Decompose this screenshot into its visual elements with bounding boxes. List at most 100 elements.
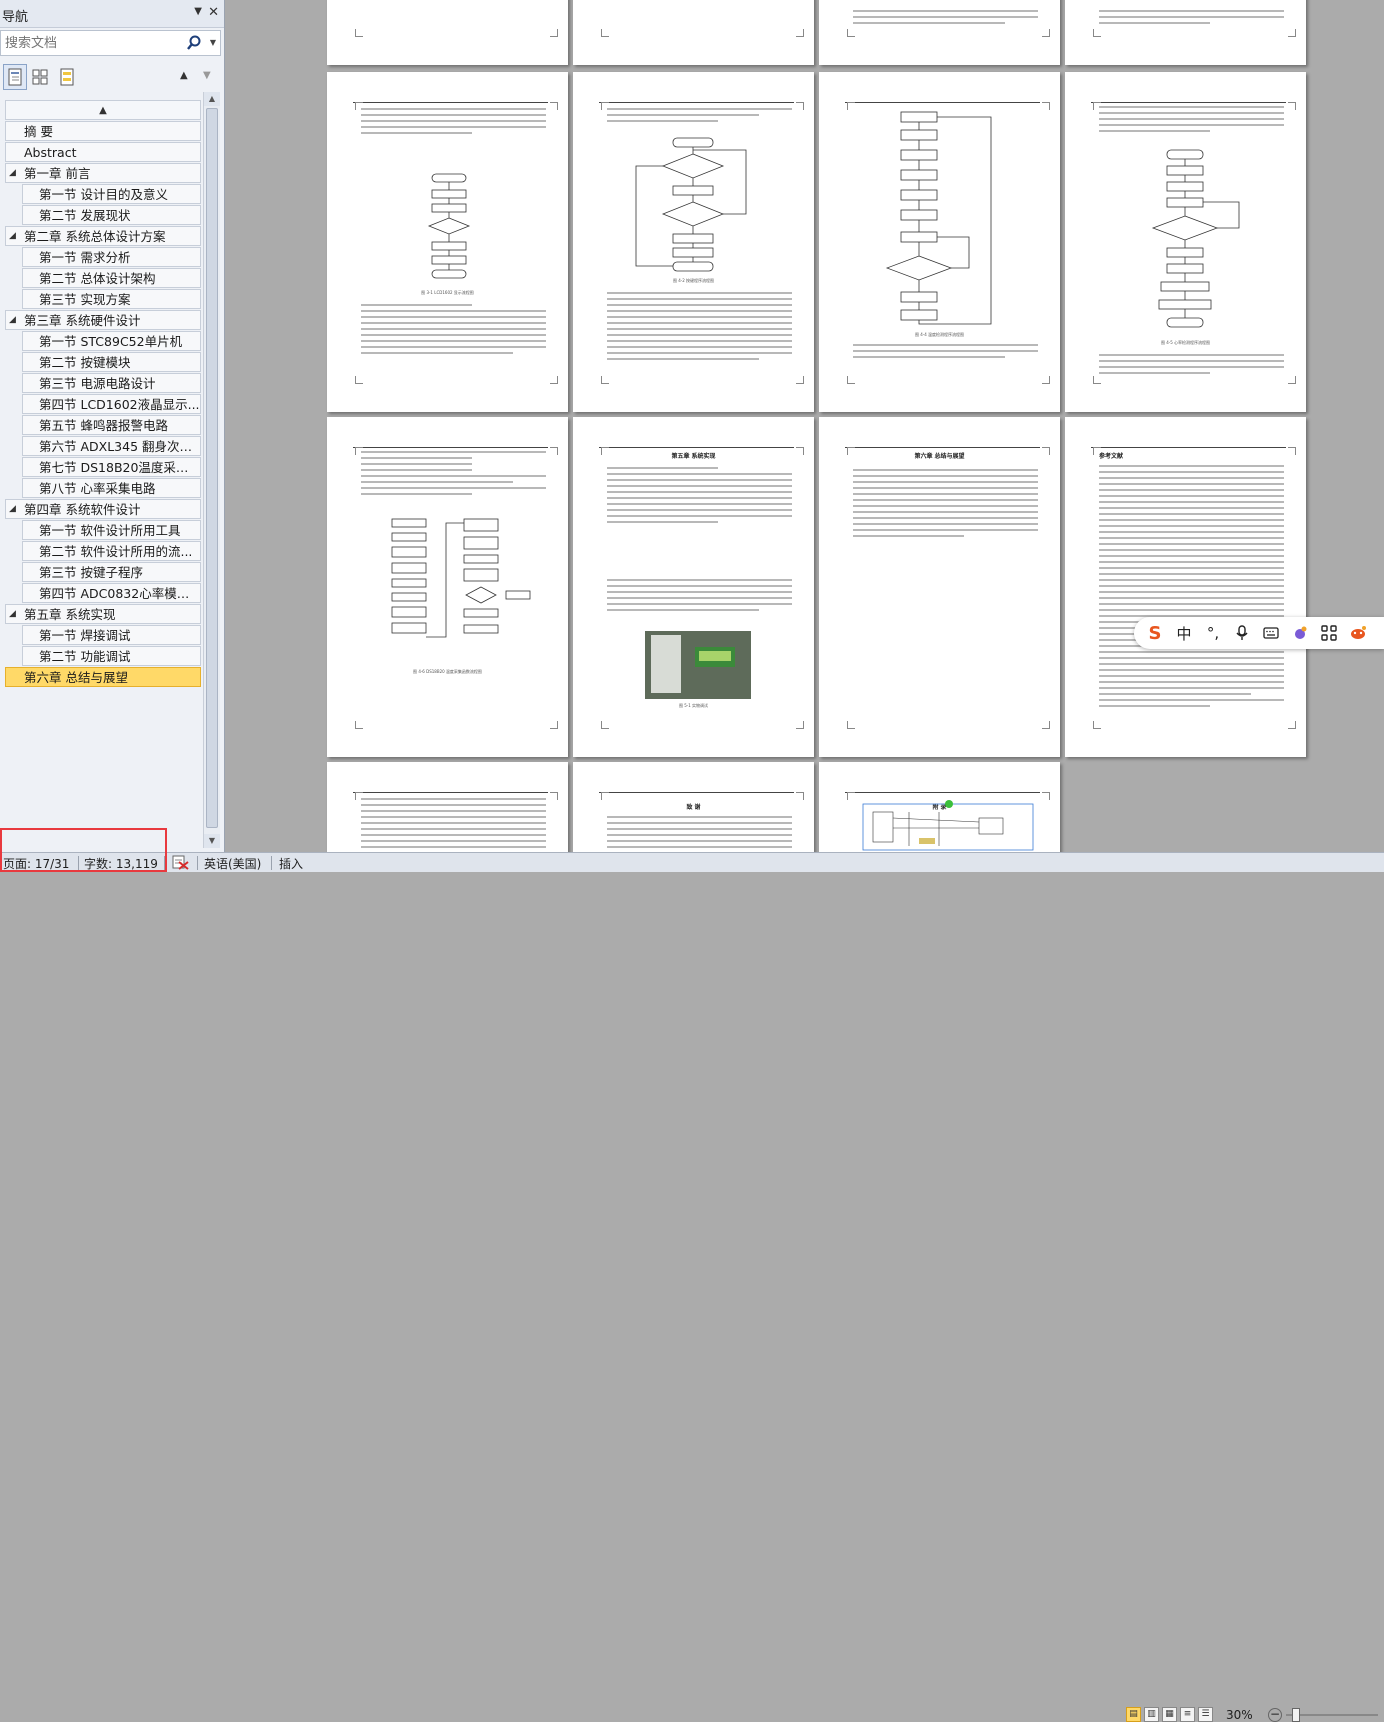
expand-collapse-icon[interactable]: ◢ [9, 227, 16, 245]
nav-scrollbar[interactable]: ▲ ▼ [203, 92, 220, 848]
ime-logo[interactable]: S [1142, 619, 1168, 647]
tree-heading-item[interactable]: ◢ 第一章 前言 [5, 163, 201, 183]
tree-item-label: 第四节 ADC0832心率模数... [39, 586, 201, 601]
tree-subheading-item[interactable]: 第四节 LCD1602液晶显示... [22, 394, 201, 414]
expand-collapse-icon[interactable]: ◢ [9, 164, 16, 182]
page-thumbnail[interactable]: 图 4-6 DS18B20 温度采集函数流程图 [327, 417, 568, 757]
scroll-down-icon[interactable]: ▼ [204, 834, 220, 848]
tree-subheading-item[interactable]: 第一节 软件设计所用工具 [22, 520, 201, 540]
page-count-status[interactable]: 页面: 17/31 [3, 855, 69, 872]
next-result-icon[interactable]: ▼ [203, 70, 211, 81]
page-thumbnail[interactable]: 参考文献 [1065, 417, 1306, 757]
tree-item-label: 第二节 总体设计架构 [39, 271, 156, 286]
ime-punctuation-toggle[interactable]: °, [1200, 619, 1226, 647]
page-thumbnail[interactable] [327, 0, 568, 65]
search-input[interactable] [3, 34, 185, 52]
tree-subheading-item[interactable]: 第二节 总体设计架构 [22, 268, 201, 288]
draft-view-icon[interactable]: ☰ [1198, 1707, 1213, 1722]
schematic-figure [862, 800, 1034, 851]
ime-language-toggle[interactable]: 中 [1171, 619, 1197, 647]
page-thumbnail[interactable]: 图 4-5 心率检测程序流程图 [1065, 72, 1306, 412]
mascot-icon[interactable] [1345, 619, 1371, 647]
keyboard-icon[interactable] [1258, 619, 1284, 647]
tree-subheading-item[interactable]: 第五节 蜂鸣器报警电路 [22, 415, 201, 435]
insert-mode-status[interactable]: 插入 [279, 855, 303, 872]
zoom-level[interactable]: 30% [1226, 1708, 1253, 1722]
search-options-dropdown-icon[interactable]: ▼ [210, 38, 216, 47]
expand-collapse-icon[interactable]: ◢ [9, 605, 16, 623]
page-thumbnail[interactable]: 第五章 系统实现 图 5-1 实物调试 [573, 417, 814, 757]
page-thumbnail[interactable] [1065, 0, 1306, 65]
tree-subheading-item[interactable]: 第七节 DS18B20温度采集... [22, 457, 201, 477]
tree-subheading-item[interactable]: 第二节 发展现状 [22, 205, 201, 225]
search-icon[interactable] [186, 34, 202, 52]
zoom-out-button[interactable]: − [1268, 1708, 1282, 1722]
page-thumbnail[interactable] [327, 762, 568, 852]
document-area[interactable]: 图 3-1 LCD1602 显示流程图 图 4-2 按键程序流程图 图 4-4 … [226, 0, 1384, 852]
tree-heading-item[interactable]: 摘 要 [5, 121, 201, 141]
page-thumbnail[interactable] [819, 0, 1060, 65]
web-layout-icon[interactable]: ▦ [1162, 1707, 1177, 1722]
browse-pages-button[interactable] [28, 64, 52, 90]
tree-item-label: 第三节 实现方案 [39, 292, 131, 307]
tree-subheading-item[interactable]: 第六节 ADXL345 翻身次数... [22, 436, 201, 456]
tree-item-label: 第二节 按键模块 [39, 355, 131, 370]
tree-heading-item[interactable]: ◢ 第五章 系统实现 [5, 604, 201, 624]
scroll-up-icon[interactable]: ▲ [204, 92, 220, 106]
page-thumbnail[interactable] [573, 0, 814, 65]
nav-menu-dropdown-icon[interactable]: ▼ [194, 6, 202, 17]
browse-results-button[interactable] [55, 64, 79, 90]
browse-headings-button[interactable] [3, 64, 27, 90]
tree-subheading-item[interactable]: 第三节 电源电路设计 [22, 373, 201, 393]
acknowledgement-title: 致 谢 [686, 804, 701, 811]
tree-subheading-item[interactable]: 第八节 心率采集电路 [22, 478, 201, 498]
tree-subheading-item[interactable]: 第三节 按键子程序 [22, 562, 201, 582]
tree-heading-item[interactable]: ◢ 第二章 系统总体设计方案 [5, 226, 201, 246]
page-thumbnail[interactable]: 图 4-2 按键程序流程图 [573, 72, 814, 412]
language-status[interactable]: 英语(美国) [204, 855, 261, 872]
references-title: 参考文献 [1099, 453, 1124, 460]
zoom-slider-thumb[interactable] [1292, 1708, 1300, 1722]
tree-item-label: 第四节 LCD1602液晶显示... [39, 397, 200, 412]
full-screen-reading-icon[interactable]: ▥ [1144, 1707, 1159, 1722]
toolbox-grid-icon[interactable] [1316, 619, 1342, 647]
expand-collapse-icon[interactable]: ◢ [9, 311, 16, 329]
microphone-icon[interactable] [1229, 619, 1255, 647]
page-thumbnail[interactable]: 附 录 [819, 762, 1060, 852]
page-thumbnail[interactable]: 图 4-4 温度检测程序流程图 [819, 72, 1060, 412]
figure-caption: 图 4-6 DS18B20 温度采集函数流程图 [413, 669, 482, 674]
previous-result-icon[interactable]: ▲ [180, 70, 188, 81]
tree-item-label: 第四章 系统软件设计 [24, 502, 141, 517]
page-thumbnail[interactable]: 图 3-1 LCD1602 显示流程图 [327, 72, 568, 412]
tree-heading-item[interactable]: 第六章 总结与展望 [5, 667, 201, 687]
search-box[interactable]: ▼ [0, 30, 221, 56]
tree-item-label: 第一节 设计目的及意义 [39, 187, 168, 202]
page-thumbnail[interactable]: 第六章 总结与展望 [819, 417, 1060, 757]
skin-icon[interactable] [1287, 619, 1313, 647]
figure-caption: 图 4-4 温度检测程序流程图 [914, 332, 965, 337]
tree-subheading-item[interactable]: 第一节 焊接调试 [22, 625, 201, 645]
outline-view-icon[interactable]: ≡ [1180, 1707, 1195, 1722]
tree-subheading-item[interactable]: 第二节 软件设计所用的流... [22, 541, 201, 561]
tree-subheading-item[interactable]: 第一节 STC89C52单片机 [22, 331, 201, 351]
tree-heading-item[interactable]: ◢ 第三章 系统硬件设计 [5, 310, 201, 330]
tree-collapse-up-icon[interactable]: ▲ [5, 100, 201, 120]
page-thumbnail[interactable]: 致 谢 [573, 762, 814, 852]
tree-heading-item[interactable]: Abstract [5, 142, 201, 162]
ime-toolbar: S 中 °, [1134, 617, 1384, 649]
tree-subheading-item[interactable]: 第四节 ADC0832心率模数... [22, 583, 201, 603]
scrollbar-thumb[interactable] [206, 108, 218, 828]
tree-subheading-item[interactable]: 第三节 实现方案 [22, 289, 201, 309]
tree-subheading-item[interactable]: 第一节 设计目的及意义 [22, 184, 201, 204]
expand-collapse-icon[interactable]: ◢ [9, 500, 16, 518]
word-count-status[interactable]: 字数: 13,119 [84, 855, 158, 872]
tree-subheading-item[interactable]: 第二节 功能调试 [22, 646, 201, 666]
figure-caption: 图 4-5 心率检测程序流程图 [1160, 340, 1211, 345]
proofing-icon[interactable] [170, 854, 190, 873]
tree-heading-item[interactable]: ◢ 第四章 系统软件设计 [5, 499, 201, 519]
device-photo [645, 631, 751, 699]
tree-subheading-item[interactable]: 第二节 按键模块 [22, 352, 201, 372]
nav-close-icon[interactable]: ✕ [208, 5, 219, 20]
print-layout-view-icon[interactable]: ▤ [1126, 1707, 1141, 1722]
tree-subheading-item[interactable]: 第一节 需求分析 [22, 247, 201, 267]
